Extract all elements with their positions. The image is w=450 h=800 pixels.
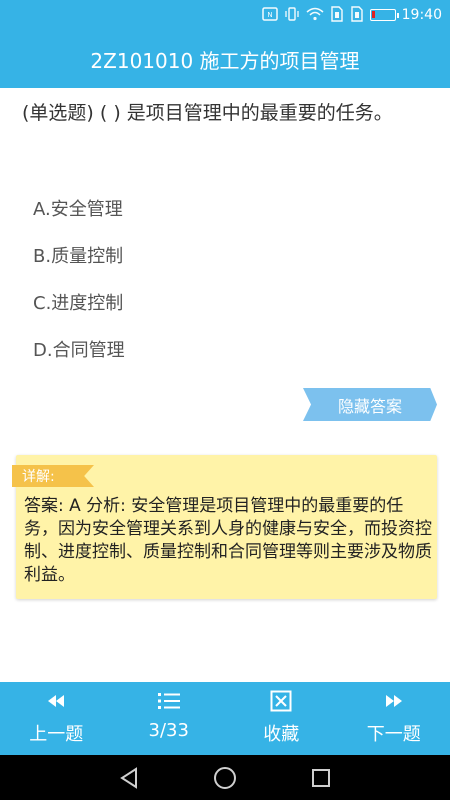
option-a[interactable]: A.安全管理 — [33, 196, 125, 243]
hide-answer-label: 隐藏答案 — [337, 396, 402, 416]
rewind-icon — [46, 688, 66, 714]
sim1-icon — [330, 5, 344, 25]
favorite-label: 收藏 — [263, 724, 300, 745]
option-c[interactable]: C.进度控制 — [33, 290, 125, 337]
system-nav-bar — [0, 755, 450, 800]
page-title: 2Z101010 施工方的项目管理 — [90, 48, 360, 73]
next-question-button[interactable]: 下一题 — [338, 682, 450, 755]
home-icon[interactable] — [213, 766, 237, 790]
explanation-box: 详解: 答案: A 分析: 安全管理是项目管理中的最重要的任务，因为安全管理关系… — [12, 455, 437, 599]
recents-icon[interactable] — [309, 766, 333, 790]
list-icon — [157, 688, 181, 714]
option-b[interactable]: B.质量控制 — [33, 243, 125, 290]
explanation-tag-label: 详解: — [22, 469, 55, 485]
vibrate-icon — [284, 6, 300, 24]
status-time: 19:40 — [401, 7, 442, 23]
next-question-label: 下一题 — [366, 724, 421, 745]
favorite-box-icon — [270, 688, 292, 714]
wifi-icon — [306, 7, 324, 24]
question-text: (单选题) ( ) 是项目管理中的最重要的任务。 — [22, 102, 393, 124]
option-d[interactable]: D.合同管理 — [33, 337, 125, 384]
question-list-button[interactable]: 3/33 — [113, 682, 226, 755]
explanation-tag: 详解: — [12, 465, 94, 487]
prev-question-label: 上一题 — [29, 724, 84, 745]
prev-question-button[interactable]: 上一题 — [0, 682, 113, 755]
bottom-nav: 上一题 3/33 收藏 下一题 — [0, 682, 450, 755]
question-progress: 3/33 — [148, 720, 189, 741]
hide-answer-button[interactable]: 隐藏答案 — [303, 388, 437, 421]
favorite-button[interactable]: 收藏 — [225, 682, 338, 755]
battery-icon — [369, 9, 399, 21]
svg-text:N: N — [267, 11, 272, 19]
sim2-icon — [350, 5, 364, 25]
title-bar: 2Z101010 施工方的项目管理 — [0, 30, 450, 88]
status-bar: N 19:40 — [0, 0, 450, 30]
options-list: A.安全管理 B.质量控制 C.进度控制 D.合同管理 — [33, 196, 125, 384]
back-icon[interactable] — [117, 766, 141, 790]
fast-forward-icon — [384, 688, 404, 714]
explanation-text: 答案: A 分析: 安全管理是项目管理中的最重要的任务，因为安全管理关系到人身的… — [24, 496, 432, 585]
nfc-icon: N — [261, 6, 278, 24]
